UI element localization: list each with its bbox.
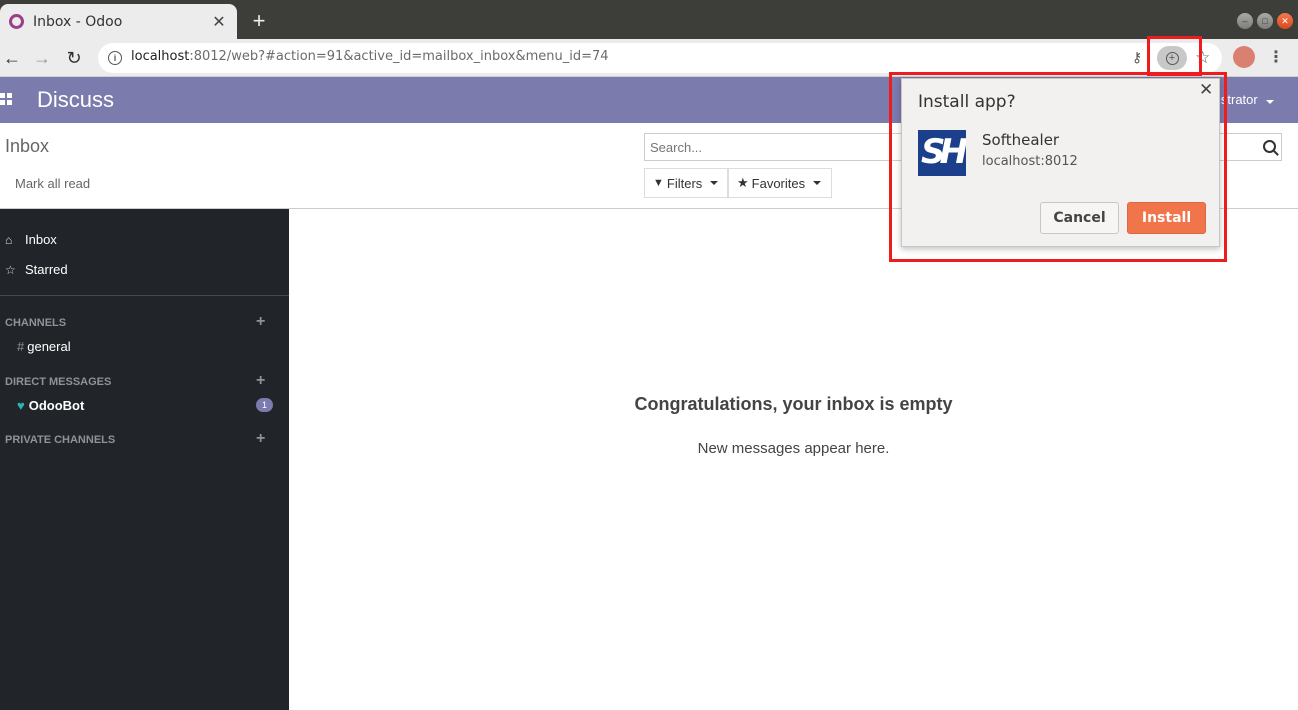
channels-header[interactable]: CHANNELS bbox=[5, 317, 66, 329]
maximize-window-icon[interactable]: □ bbox=[1257, 13, 1273, 29]
profile-avatar[interactable] bbox=[1233, 46, 1255, 68]
sidebar-item-inbox[interactable]: ⌂ Inbox bbox=[5, 232, 57, 247]
star-outline-icon: ☆ bbox=[5, 262, 16, 277]
reload-icon[interactable]: ↻ bbox=[62, 46, 86, 70]
filter-icon: ▼ bbox=[653, 177, 664, 189]
empty-inbox-subtitle: New messages appear here. bbox=[697, 440, 890, 457]
key-icon[interactable]: ⚷ bbox=[1132, 49, 1142, 66]
add-channel-icon[interactable]: + bbox=[256, 313, 265, 331]
discuss-sidebar: ⌂ Inbox ☆ Starred CHANNELS + # general D… bbox=[0, 209, 289, 710]
direct-messages-header[interactable]: DIRECT MESSAGES bbox=[5, 376, 111, 388]
add-direct-message-icon[interactable]: + bbox=[256, 372, 265, 390]
site-info-icon[interactable]: i bbox=[108, 51, 122, 65]
tab-title: Inbox - Odoo bbox=[33, 13, 123, 30]
unread-count-badge: 1 bbox=[256, 398, 273, 412]
sidebar-item-starred[interactable]: ☆ Starred bbox=[5, 262, 68, 277]
filters-button[interactable]: ▼ Filters bbox=[644, 168, 728, 198]
new-tab-button[interactable]: + bbox=[247, 8, 271, 33]
tab-close-icon[interactable]: ✕ bbox=[209, 12, 229, 32]
odoo-favicon-icon bbox=[9, 14, 24, 29]
browser-tab[interactable]: Inbox - Odoo ✕ bbox=[0, 4, 237, 39]
favorites-button[interactable]: ★ Favorites bbox=[728, 168, 832, 198]
minimize-window-icon[interactable]: – bbox=[1237, 13, 1253, 29]
app-title[interactable]: Discuss bbox=[37, 87, 114, 113]
search-icon[interactable] bbox=[1263, 140, 1276, 153]
address-bar[interactable]: i localhost:8012/web?#action=91&active_i… bbox=[98, 43, 1222, 73]
breadcrumb: Inbox bbox=[5, 136, 50, 156]
sidebar-divider bbox=[0, 295, 289, 296]
add-private-channel-icon[interactable]: + bbox=[256, 430, 265, 448]
channel-general[interactable]: # general bbox=[17, 339, 71, 354]
star-icon: ★ bbox=[737, 175, 749, 190]
inbox-icon: ⌂ bbox=[5, 232, 13, 247]
direct-message-odoobot[interactable]: ♥ OdooBot bbox=[17, 398, 84, 413]
forward-arrow-icon[interactable]: → bbox=[30, 46, 54, 70]
private-channels-header[interactable]: PRIVATE CHANNELS bbox=[5, 434, 115, 446]
url-text[interactable]: localhost:8012/web?#action=91&active_id=… bbox=[131, 49, 609, 64]
hash-icon: # bbox=[17, 339, 25, 354]
heart-icon: ♥ bbox=[17, 398, 25, 413]
apps-menu-icon[interactable] bbox=[0, 93, 12, 105]
browser-tabstrip: Inbox - Odoo ✕ + – □ ✕ bbox=[0, 0, 1298, 39]
empty-inbox-title: Congratulations, your inbox is empty bbox=[634, 394, 953, 414]
install-icon-highlight bbox=[1147, 36, 1202, 76]
install-dialog-highlight bbox=[889, 72, 1227, 262]
back-arrow-icon[interactable]: ← bbox=[0, 46, 24, 70]
close-window-icon[interactable]: ✕ bbox=[1277, 13, 1293, 29]
browser-menu-icon[interactable]: ⋮ bbox=[1268, 47, 1284, 67]
mark-all-read-button[interactable]: Mark all read bbox=[15, 176, 90, 191]
